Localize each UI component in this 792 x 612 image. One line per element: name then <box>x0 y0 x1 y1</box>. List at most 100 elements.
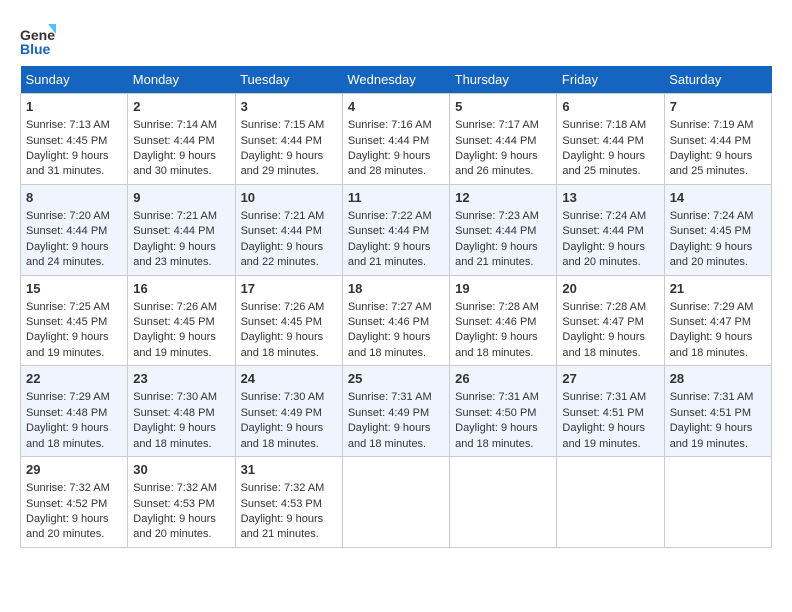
sunset-text: Sunset: 4:44 PM <box>348 135 429 147</box>
calendar-day-cell: 23Sunrise: 7:30 AMSunset: 4:48 PMDayligh… <box>128 366 235 457</box>
daylight-text: Daylight: 9 hours and 18 minutes. <box>670 331 753 358</box>
calendar-day-cell: 3Sunrise: 7:15 AMSunset: 4:44 PMDaylight… <box>235 94 342 185</box>
sunrise-text: Sunrise: 7:30 AM <box>133 391 217 403</box>
sunset-text: Sunset: 4:44 PM <box>455 135 536 147</box>
calendar-header-cell: Tuesday <box>235 66 342 94</box>
calendar-week-row: 8Sunrise: 7:20 AMSunset: 4:44 PMDaylight… <box>21 184 772 275</box>
sunrise-text: Sunrise: 7:31 AM <box>562 391 646 403</box>
daylight-text: Daylight: 9 hours and 18 minutes. <box>241 331 324 358</box>
calendar-day-cell: 26Sunrise: 7:31 AMSunset: 4:50 PMDayligh… <box>450 366 557 457</box>
sunset-text: Sunset: 4:53 PM <box>133 498 214 510</box>
sunrise-text: Sunrise: 7:15 AM <box>241 119 325 131</box>
calendar-day-cell: 29Sunrise: 7:32 AMSunset: 4:52 PMDayligh… <box>21 457 128 548</box>
calendar-day-cell: 24Sunrise: 7:30 AMSunset: 4:49 PMDayligh… <box>235 366 342 457</box>
day-number: 11 <box>348 189 444 207</box>
calendar-day-cell: 27Sunrise: 7:31 AMSunset: 4:51 PMDayligh… <box>557 366 664 457</box>
calendar-header-cell: Saturday <box>664 66 771 94</box>
daylight-text: Daylight: 9 hours and 21 minutes. <box>455 241 538 268</box>
sunrise-text: Sunrise: 7:16 AM <box>348 119 432 131</box>
calendar-day-cell: 11Sunrise: 7:22 AMSunset: 4:44 PMDayligh… <box>342 184 449 275</box>
sunrise-text: Sunrise: 7:31 AM <box>455 391 539 403</box>
sunrise-text: Sunrise: 7:13 AM <box>26 119 110 131</box>
sunset-text: Sunset: 4:45 PM <box>26 316 107 328</box>
day-number: 14 <box>670 189 766 207</box>
calendar-day-cell <box>664 457 771 548</box>
daylight-text: Daylight: 9 hours and 18 minutes. <box>455 331 538 358</box>
calendar-day-cell: 1Sunrise: 7:13 AMSunset: 4:45 PMDaylight… <box>21 94 128 185</box>
sunrise-text: Sunrise: 7:25 AM <box>26 301 110 313</box>
day-number: 10 <box>241 189 337 207</box>
day-number: 20 <box>562 280 658 298</box>
calendar-day-cell: 7Sunrise: 7:19 AMSunset: 4:44 PMDaylight… <box>664 94 771 185</box>
daylight-text: Daylight: 9 hours and 19 minutes. <box>670 422 753 449</box>
calendar-day-cell: 25Sunrise: 7:31 AMSunset: 4:49 PMDayligh… <box>342 366 449 457</box>
daylight-text: Daylight: 9 hours and 21 minutes. <box>348 241 431 268</box>
calendar-day-cell: 2Sunrise: 7:14 AMSunset: 4:44 PMDaylight… <box>128 94 235 185</box>
calendar-week-row: 1Sunrise: 7:13 AMSunset: 4:45 PMDaylight… <box>21 94 772 185</box>
sunset-text: Sunset: 4:53 PM <box>241 498 322 510</box>
daylight-text: Daylight: 9 hours and 20 minutes. <box>26 513 109 540</box>
svg-text:Blue: Blue <box>20 41 51 56</box>
daylight-text: Daylight: 9 hours and 18 minutes. <box>348 422 431 449</box>
day-number: 23 <box>133 370 229 388</box>
day-number: 8 <box>26 189 122 207</box>
daylight-text: Daylight: 9 hours and 29 minutes. <box>241 150 324 177</box>
sunrise-text: Sunrise: 7:31 AM <box>670 391 754 403</box>
daylight-text: Daylight: 9 hours and 28 minutes. <box>348 150 431 177</box>
calendar-day-cell: 8Sunrise: 7:20 AMSunset: 4:44 PMDaylight… <box>21 184 128 275</box>
day-number: 30 <box>133 461 229 479</box>
calendar-week-row: 29Sunrise: 7:32 AMSunset: 4:52 PMDayligh… <box>21 457 772 548</box>
sunrise-text: Sunrise: 7:28 AM <box>455 301 539 313</box>
sunset-text: Sunset: 4:44 PM <box>133 225 214 237</box>
daylight-text: Daylight: 9 hours and 19 minutes. <box>133 331 216 358</box>
calendar-day-cell: 15Sunrise: 7:25 AMSunset: 4:45 PMDayligh… <box>21 275 128 366</box>
day-number: 13 <box>562 189 658 207</box>
daylight-text: Daylight: 9 hours and 18 minutes. <box>348 331 431 358</box>
day-number: 9 <box>133 189 229 207</box>
calendar-day-cell: 16Sunrise: 7:26 AMSunset: 4:45 PMDayligh… <box>128 275 235 366</box>
sunset-text: Sunset: 4:46 PM <box>455 316 536 328</box>
calendar-day-cell: 12Sunrise: 7:23 AMSunset: 4:44 PMDayligh… <box>450 184 557 275</box>
day-number: 27 <box>562 370 658 388</box>
sunrise-text: Sunrise: 7:30 AM <box>241 391 325 403</box>
calendar-header-cell: Friday <box>557 66 664 94</box>
sunset-text: Sunset: 4:49 PM <box>348 407 429 419</box>
day-number: 25 <box>348 370 444 388</box>
day-number: 24 <box>241 370 337 388</box>
day-number: 6 <box>562 98 658 116</box>
sunset-text: Sunset: 4:44 PM <box>241 135 322 147</box>
calendar-header-cell: Monday <box>128 66 235 94</box>
sunset-text: Sunset: 4:49 PM <box>241 407 322 419</box>
sunset-text: Sunset: 4:44 PM <box>26 225 107 237</box>
calendar-header-cell: Thursday <box>450 66 557 94</box>
sunrise-text: Sunrise: 7:23 AM <box>455 210 539 222</box>
sunrise-text: Sunrise: 7:14 AM <box>133 119 217 131</box>
calendar-day-cell: 21Sunrise: 7:29 AMSunset: 4:47 PMDayligh… <box>664 275 771 366</box>
sunrise-text: Sunrise: 7:24 AM <box>562 210 646 222</box>
daylight-text: Daylight: 9 hours and 20 minutes. <box>670 241 753 268</box>
daylight-text: Daylight: 9 hours and 18 minutes. <box>26 422 109 449</box>
calendar-header-cell: Wednesday <box>342 66 449 94</box>
sunrise-text: Sunrise: 7:26 AM <box>133 301 217 313</box>
sunset-text: Sunset: 4:44 PM <box>133 135 214 147</box>
sunrise-text: Sunrise: 7:21 AM <box>133 210 217 222</box>
day-number: 29 <box>26 461 122 479</box>
calendar-day-cell: 10Sunrise: 7:21 AMSunset: 4:44 PMDayligh… <box>235 184 342 275</box>
logo-icon: General Blue <box>20 20 56 56</box>
sunrise-text: Sunrise: 7:17 AM <box>455 119 539 131</box>
day-number: 7 <box>670 98 766 116</box>
calendar-day-cell: 20Sunrise: 7:28 AMSunset: 4:47 PMDayligh… <box>557 275 664 366</box>
day-number: 31 <box>241 461 337 479</box>
sunset-text: Sunset: 4:45 PM <box>241 316 322 328</box>
day-number: 1 <box>26 98 122 116</box>
sunrise-text: Sunrise: 7:32 AM <box>241 482 325 494</box>
calendar-day-cell: 22Sunrise: 7:29 AMSunset: 4:48 PMDayligh… <box>21 366 128 457</box>
daylight-text: Daylight: 9 hours and 18 minutes. <box>455 422 538 449</box>
calendar-body: 1 Sunrise: 7:13 AM Sunset: 4:45 PM Daylight… <box>21 94 772 548</box>
calendar-day-cell: 14Sunrise: 7:24 AMSunset: 4:45 PMDayligh… <box>664 184 771 275</box>
sunset-text: Sunset: 4:45 PM <box>670 225 751 237</box>
sunset-text: Sunset: 4:48 PM <box>133 407 214 419</box>
day-number: 18 <box>348 280 444 298</box>
calendar-header-row: SundayMondayTuesdayWednesdayThursdayFrid… <box>21 66 772 94</box>
daylight-text: Daylight: 9 hours and 25 minutes. <box>562 150 645 177</box>
